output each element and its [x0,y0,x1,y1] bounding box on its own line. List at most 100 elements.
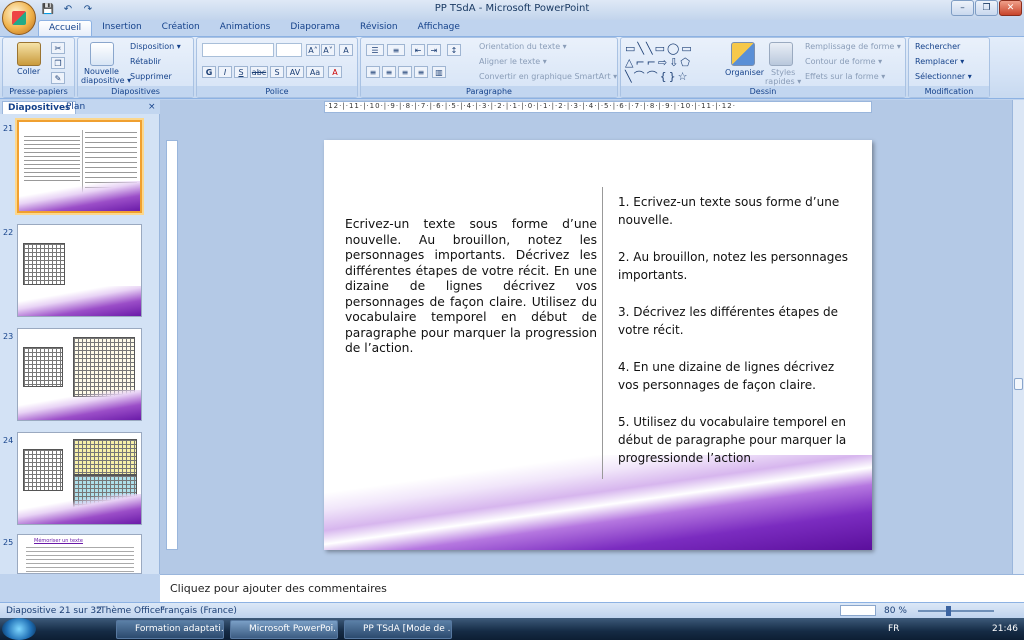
clock[interactable]: 21:46 [992,624,1018,634]
shape-outline-button[interactable]: Contour de forme ▾ [805,57,882,66]
minimize-button[interactable]: – [951,0,974,16]
input-language[interactable]: FR [888,624,899,634]
panel-close-icon[interactable]: × [148,101,156,114]
format-painter-icon[interactable]: ✎ [51,72,65,84]
slide-text-box-right[interactable]: 1. Ecrivez-un texte sous forme d’une nou… [618,193,854,486]
group-drawing: ▭╲╲▭◯▭ △⌐⌐⇨⇩⬠ ╲⌒⌒{}☆ Organiser Styles rapi… [620,37,906,98]
font-size-select[interactable] [276,43,302,57]
convert-smartart-button[interactable]: Convertir en graphique SmartArt ▾ [479,72,617,81]
undo-icon[interactable]: ↶ [60,3,76,17]
clear-format-button[interactable]: A [339,44,353,56]
slide-count-status: Diapositive 21 sur 32 [6,606,102,616]
tab-insertion[interactable]: Insertion [92,20,152,36]
copy-icon[interactable]: ❐ [51,57,65,69]
quick-styles-icon[interactable] [769,42,793,66]
close-button[interactable]: ✕ [999,0,1022,16]
slide-thumbnail-24[interactable] [17,432,142,525]
quick-styles-button[interactable]: Styles [771,68,795,77]
list-item: 5. Utilisez du vocabulaire temporel en d… [618,415,847,465]
shrink-font-button[interactable]: A˅ [321,44,335,56]
bullets-icon[interactable]: ☰ [366,44,384,56]
group-slides: Nouvelle diapositive ▾ Disposition ▾ Rét… [77,37,194,98]
window-controls: – ❐ ✕ [951,0,1022,16]
find-button[interactable]: Rechercher [915,42,960,51]
notes-pane[interactable]: Cliquez pour ajouter des commentaires [160,574,1024,602]
font-color-button[interactable]: A [328,66,342,78]
change-case-button[interactable]: Aa [306,66,324,78]
restore-button[interactable]: ❐ [975,0,998,16]
zoom-slider[interactable] [918,610,994,612]
list-item: 3. Décrivez les différentes étapes de vo… [618,305,839,337]
slide25-title: Mémoriser un texte [34,538,83,544]
start-button[interactable] [2,618,36,640]
slide-divider-line [602,187,603,479]
align-left-icon[interactable]: ≡ [366,66,380,78]
strikethrough-button[interactable]: abc [250,66,268,78]
office-logo-icon [12,11,26,25]
shape-fill-button[interactable]: Remplissage de forme ▾ [805,42,901,51]
align-right-icon[interactable]: ≡ [398,66,412,78]
select-button[interactable]: Sélectionner ▾ [915,72,972,81]
underline-button[interactable]: S [234,66,248,78]
tab-outline[interactable]: Plan [66,101,85,114]
reset-button[interactable]: Rétablir [130,57,161,66]
italic-button[interactable]: I [218,66,232,78]
office-button[interactable] [2,1,36,35]
columns-icon[interactable]: ▥ [432,66,446,78]
font-name-select[interactable] [202,43,274,57]
tab-accueil[interactable]: Accueil [38,20,93,36]
group-editing: Rechercher Remplacer ▾ Sélectionner ▾ Mo… [908,37,990,98]
justify-icon[interactable]: ≡ [414,66,428,78]
group-clipboard: Coller ✂ ❐ ✎ Presse-papiers [2,37,75,98]
scrollbar-thumb[interactable] [1014,378,1023,390]
tab-creation[interactable]: Création [152,20,210,36]
numbering-icon[interactable]: ≡ [387,44,405,56]
char-spacing-button[interactable]: AV [286,66,304,78]
paste-icon[interactable] [17,42,41,66]
shape-effects-button[interactable]: Effets sur la forme ▾ [805,72,885,81]
slide-text-box-left[interactable]: Ecrivez-un texte sous forme d’une nouvel… [345,217,597,357]
shapes-gallery[interactable]: ▭╲╲▭◯▭ △⌐⌐⇨⇩⬠ ╲⌒⌒{}☆ [625,42,717,84]
zoom-level[interactable]: 80 % [884,606,907,616]
layout-button[interactable]: Disposition ▾ [130,42,181,51]
text-direction-button[interactable]: Orientation du texte ▾ [479,42,567,51]
new-slide-icon[interactable] [90,42,114,66]
group-label: Paragraphe [361,86,617,97]
decrease-indent-icon[interactable]: ⇤ [411,44,425,56]
save-icon[interactable]: 💾 [40,3,56,17]
slide-thumbnail-21[interactable] [17,120,142,213]
slide-thumbnail-25[interactable]: Mémoriser un texte [17,534,142,574]
bold-button[interactable]: G [202,66,216,78]
slide-thumbnail-22[interactable] [17,224,142,317]
taskbar-item-pp-tsda[interactable]: PP TSdA [Mode de ... [344,620,452,639]
list-item: 1. Ecrivez-un texte sous forme d’une nou… [618,195,840,227]
tab-animations[interactable]: Animations [210,20,281,36]
quick-styles-dropdown[interactable]: rapides ▾ [765,77,801,86]
arrange-button[interactable]: Organiser [725,68,764,77]
shadow-button[interactable]: S [270,66,284,78]
zoom-slider-thumb[interactable] [946,606,951,616]
align-text-button[interactable]: Aligner le texte ▾ [479,57,547,66]
taskbar-item-powerpoint[interactable]: Microsoft PowerPoi... [230,620,338,639]
slide-thumbnail-23[interactable] [17,328,142,421]
delete-slide-button[interactable]: Supprimer [130,72,172,81]
replace-button[interactable]: Remplacer ▾ [915,57,964,66]
align-center-icon[interactable]: ≡ [382,66,396,78]
tab-affichage[interactable]: Affichage [408,20,470,36]
redo-icon[interactable]: ↷ [80,3,96,17]
status-bar: Diapositive 21 sur 32 "Thème Office" Fra… [0,602,1024,618]
line-spacing-icon[interactable]: ↕ [447,44,461,56]
cut-icon[interactable]: ✂ [51,42,65,54]
increase-indent-icon[interactable]: ⇥ [427,44,441,56]
new-slide-button[interactable]: Nouvelle [84,67,119,76]
arrange-icon[interactable] [731,42,755,66]
vertical-scrollbar[interactable] [1012,100,1024,574]
new-slide-dropdown[interactable]: diapositive ▾ [81,76,131,85]
taskbar-item-formation[interactable]: Formation adaptati... [116,620,224,639]
view-buttons[interactable] [840,605,876,616]
tab-diaporama[interactable]: Diaporama [280,20,350,36]
tab-revision[interactable]: Révision [350,20,408,36]
grow-font-button[interactable]: A˄ [306,44,320,56]
paste-button[interactable]: Coller [17,67,40,76]
group-label: Modification [909,86,989,97]
